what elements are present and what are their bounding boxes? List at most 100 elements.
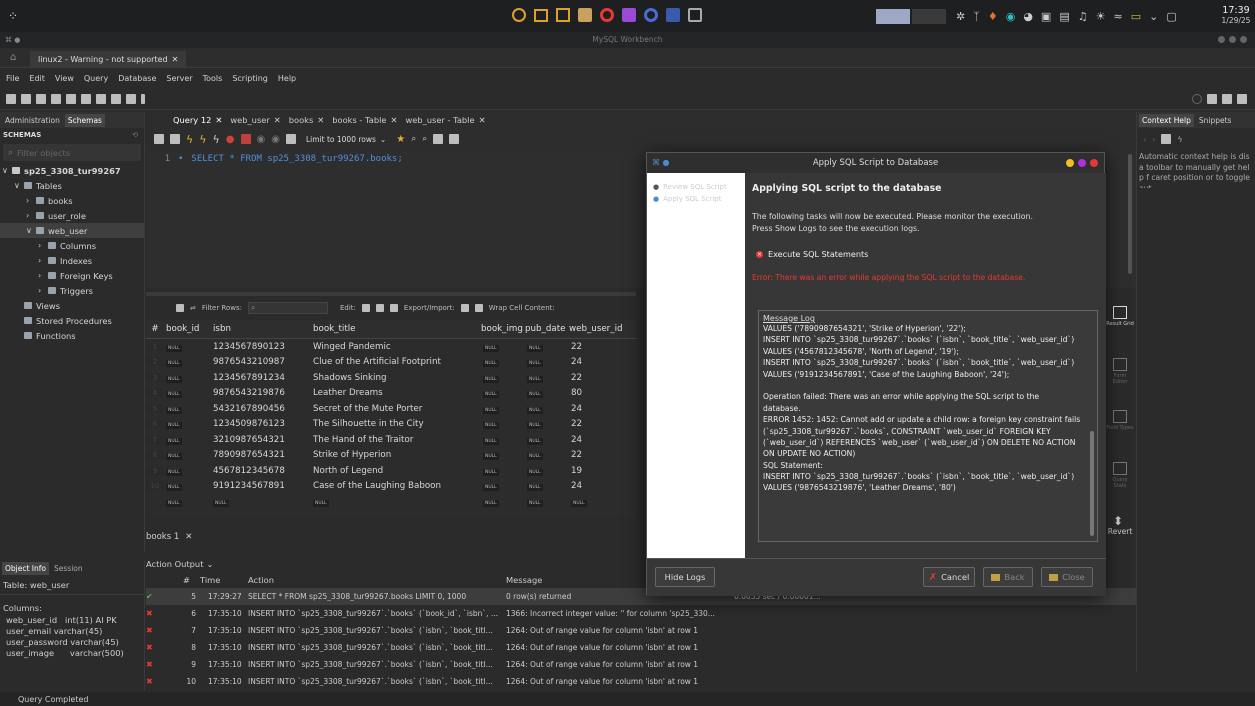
table-cell[interactable]: NULL: [481, 466, 525, 476]
table-cell[interactable]: 9876543210987: [211, 357, 311, 367]
music-icon[interactable]: ♫: [1078, 10, 1088, 23]
table-cell[interactable]: NULL: [525, 373, 569, 383]
table-cell[interactable]: NULL: [164, 373, 211, 383]
tree-item[interactable]: ∨ web_user: [0, 223, 144, 238]
rollback-icon[interactable]: ◉: [271, 134, 280, 145]
table-cell[interactable]: 9: [146, 466, 164, 475]
table-cell[interactable]: NULL: [164, 404, 211, 414]
maximize-button[interactable]: [1229, 36, 1236, 43]
back-button[interactable]: Back: [983, 567, 1033, 587]
battery-icon[interactable]: ▭: [1131, 10, 1141, 23]
query-tab[interactable]: books ✕: [289, 115, 325, 125]
table-row[interactable]: 2 NULL 9876543210987 Clue of the Artificial…: [146, 355, 636, 371]
desktop-icon[interactable]: ▢: [1166, 10, 1176, 23]
tree-item[interactable]: Functions: [0, 328, 144, 343]
manual-help-icon[interactable]: [1161, 134, 1172, 144]
menu-query[interactable]: Query: [84, 74, 108, 83]
table-row[interactable]: 6 NULL 1234509876123 The Silhouette in the …: [146, 417, 636, 433]
browser-app-icon[interactable]: [644, 8, 658, 22]
col-header-book-title[interactable]: book_title: [311, 324, 481, 334]
table-cell[interactable]: 3210987654321: [211, 435, 311, 445]
table-cell[interactable]: NULL: [164, 435, 211, 445]
dialog-maximize-button[interactable]: [1078, 159, 1086, 167]
output-row[interactable]: ✖ 10 17:35:10 INSERT INTO `sp25_3308_tur992…: [146, 673, 1255, 690]
table-cell[interactable]: NULL: [525, 435, 569, 445]
table-cell[interactable]: NULL: [481, 373, 525, 383]
query-tab[interactable]: books - Table ✕: [332, 115, 397, 125]
table-cell[interactable]: 10: [146, 482, 164, 491]
table-row[interactable]: 5 NULL 5432167890456 Secret of the Mute Por…: [146, 401, 636, 417]
table-cell[interactable]: NULL: [481, 481, 525, 492]
col-header-book-img[interactable]: book_img: [481, 324, 525, 334]
table-cell[interactable]: 80: [569, 388, 629, 398]
home-icon[interactable]: ⌂: [10, 52, 16, 63]
table-cell[interactable]: NULL: [525, 497, 569, 507]
package-app-icon[interactable]: [556, 8, 570, 22]
auto-help-icon[interactable]: ϟ: [1177, 135, 1182, 144]
tree-item[interactable]: Views: [0, 298, 144, 313]
table-cell[interactable]: NULL: [164, 357, 211, 368]
refresh-icon[interactable]: ⟲: [132, 131, 138, 139]
forward-icon[interactable]: ›: [1152, 135, 1155, 144]
create-function-icon[interactable]: [111, 93, 121, 104]
close-icon[interactable]: ✕: [274, 115, 281, 125]
clock[interactable]: 17:39 1/29/25: [1220, 6, 1252, 26]
tree-item[interactable]: ∨ sp25_3308_tur99267: [0, 163, 144, 178]
splitter-handle[interactable]: [146, 292, 636, 296]
query-tab[interactable]: Query 12 ✕: [173, 115, 222, 125]
clipboard-icon[interactable]: ▤: [1059, 10, 1069, 23]
cancel-button[interactable]: ✗ Cancel: [923, 567, 975, 587]
table-cell[interactable]: 1234567890123: [211, 342, 311, 352]
table-cell[interactable]: 9191234567891: [211, 481, 311, 491]
filter-rows-input[interactable]: ⌕: [248, 302, 328, 314]
side-strip-item[interactable]: ⬍ Revert: [1104, 508, 1136, 538]
table-row[interactable]: NULL NULL NULL NULL NULL NULL: [146, 494, 636, 510]
table-cell[interactable]: NULL: [481, 342, 525, 352]
table-cell[interactable]: Clue of the Artificial Footprint: [311, 357, 481, 367]
table-cell[interactable]: 22: [569, 419, 629, 429]
create-schema-icon[interactable]: [51, 93, 61, 104]
table-row[interactable]: 10 NULL 9191234567891 Case of the Laughing …: [146, 479, 636, 495]
table-cell[interactable]: NULL: [164, 450, 211, 461]
table-cell[interactable]: NULL: [311, 497, 481, 507]
table-cell[interactable]: NULL: [481, 388, 525, 399]
find-icon[interactable]: ⌕: [411, 134, 416, 144]
open-file-icon[interactable]: [154, 134, 164, 144]
table-cell[interactable]: The Hand of the Traitor: [311, 435, 481, 445]
table-cell[interactable]: Strike of Hyperion: [311, 450, 481, 460]
add-row-icon[interactable]: [375, 304, 384, 312]
edit-row-icon[interactable]: [361, 304, 370, 312]
table-cell[interactable]: NULL: [481, 419, 525, 430]
table-cell[interactable]: NULL: [525, 450, 569, 461]
side-strip-item[interactable]: Result Grid: [1104, 300, 1136, 352]
explain-icon[interactable]: ϟ: [213, 133, 220, 146]
table-cell[interactable]: NULL: [481, 435, 525, 445]
table-cell[interactable]: 24: [569, 435, 629, 445]
result-tab-books-1[interactable]: books 1: [146, 532, 179, 542]
side-strip-item[interactable]: Field Types: [1104, 404, 1136, 456]
table-cell[interactable]: 1234509876123: [211, 419, 311, 429]
table-cell[interactable]: NULL: [481, 357, 525, 368]
chevron-down-icon[interactable]: ∨: [14, 181, 20, 190]
create-table-icon[interactable]: [66, 93, 76, 104]
table-cell[interactable]: NULL: [164, 342, 211, 352]
app-launcher-icon[interactable]: ⁘: [6, 9, 20, 23]
table-cell[interactable]: NULL: [164, 466, 211, 476]
table-cell[interactable]: NULL: [164, 419, 211, 430]
table-cell[interactable]: NULL: [569, 497, 629, 507]
chevron-right-icon[interactable]: ›: [38, 271, 44, 280]
tab-administration[interactable]: Administration: [2, 114, 63, 127]
output-row[interactable]: ✖ 8 17:35:10 INSERT INTO `sp25_3308_tur9926…: [146, 639, 1255, 656]
table-cell[interactable]: Case of the Laughing Baboon: [311, 481, 481, 491]
chevron-right-icon[interactable]: ›: [38, 286, 44, 295]
tree-item[interactable]: › Foreign Keys: [0, 268, 144, 283]
table-cell[interactable]: 4567812345678: [211, 466, 311, 476]
execute-icon[interactable]: ϟ: [186, 133, 193, 146]
execute-current-icon[interactable]: ϟ: [199, 133, 206, 146]
toggle-sidebar-icon[interactable]: [1207, 94, 1217, 104]
editor-scrollbar[interactable]: [1128, 154, 1132, 274]
menu-scripting[interactable]: Scripting: [232, 74, 268, 83]
menu-server[interactable]: Server: [166, 74, 192, 83]
tab-context-help[interactable]: Context Help: [1139, 113, 1194, 127]
table-cell[interactable]: NULL: [481, 497, 525, 507]
